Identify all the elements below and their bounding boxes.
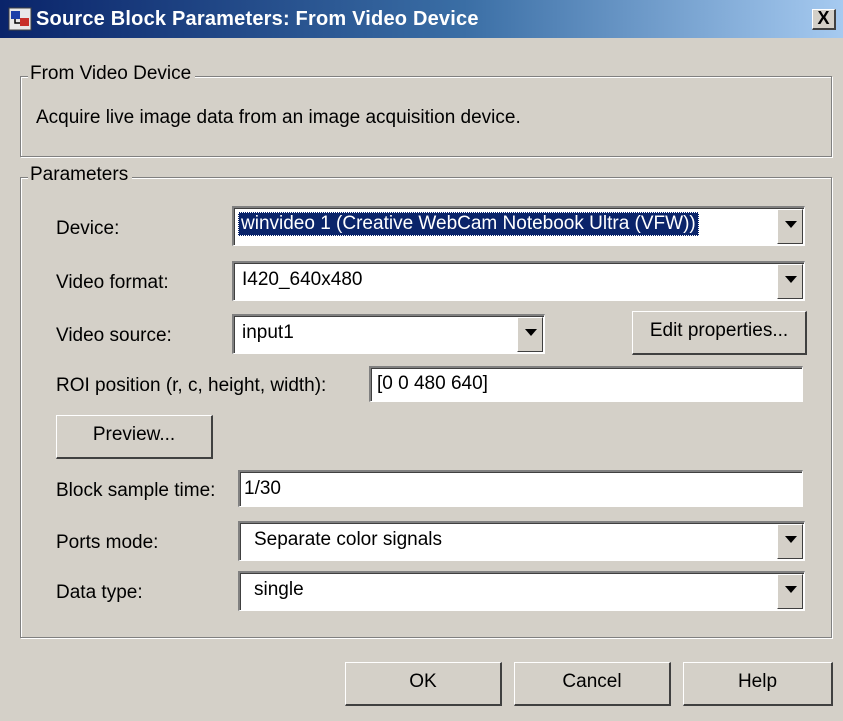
preview-button[interactable]: Preview... (56, 415, 213, 459)
window-title: Source Block Parameters: From Video Devi… (36, 8, 479, 30)
video-format-dropdown[interactable]: I420_640x480 (232, 261, 805, 301)
ports-mode-dropdown[interactable]: Separate color signals (238, 521, 805, 561)
edit-properties-button[interactable]: Edit properties... (632, 311, 807, 355)
parameters-group (20, 177, 832, 638)
title-bar: Source Block Parameters: From Video Devi… (0, 0, 843, 38)
video-format-dropdown-value: I420_640x480 (242, 269, 363, 290)
roi-position-label: ROI position (r, c, height, width): (56, 375, 327, 396)
block-sample-time-label: Block sample time: (56, 480, 216, 501)
roi-position-input-value: [0 0 480 640] (377, 373, 488, 394)
help-button[interactable]: Help (683, 662, 833, 706)
ok-button[interactable]: OK (345, 662, 502, 706)
video-source-label: Video source: (56, 325, 172, 346)
video-source-dropdown[interactable]: input1 (232, 314, 545, 354)
edit-properties-button-label: Edit properties... (649, 320, 789, 341)
cancel-button[interactable]: Cancel (514, 662, 671, 706)
description-group-legend: From Video Device (28, 63, 196, 85)
block-sample-time-input-value: 1/30 (244, 478, 281, 499)
parameters-group-legend: Parameters (28, 164, 133, 186)
video-format-label: Video format: (56, 272, 169, 293)
close-button[interactable]: X (812, 9, 836, 30)
cancel-button-label: Cancel (562, 671, 622, 692)
preview-button-label: Preview... (92, 424, 176, 445)
device-label: Device: (56, 218, 120, 239)
ports-mode-label: Ports mode: (56, 532, 159, 553)
ok-button-label: OK (409, 671, 437, 692)
data-type-label: Data type: (56, 582, 143, 603)
device-dropdown-value: winvideo 1 (Creative WebCam Notebook Ult… (238, 212, 699, 236)
chevron-down-icon[interactable] (777, 264, 803, 299)
simulink-block-icon (8, 7, 32, 31)
chevron-down-icon[interactable] (517, 317, 543, 352)
description-text: Acquire live image data from an image ac… (36, 107, 521, 128)
device-dropdown[interactable]: winvideo 1 (Creative WebCam Notebook Ult… (232, 206, 805, 246)
video-source-dropdown-value: input1 (242, 322, 294, 343)
ports-mode-dropdown-value: Separate color signals (254, 529, 442, 550)
chevron-down-icon[interactable] (777, 524, 803, 559)
data-type-dropdown[interactable]: single (238, 571, 805, 611)
block-sample-time-input[interactable]: 1/30 (238, 470, 803, 507)
roi-position-input[interactable]: [0 0 480 640] (369, 366, 803, 402)
data-type-dropdown-value: single (254, 579, 304, 600)
chevron-down-icon[interactable] (777, 209, 803, 244)
help-button-label: Help (737, 671, 778, 692)
chevron-down-icon[interactable] (777, 574, 803, 609)
